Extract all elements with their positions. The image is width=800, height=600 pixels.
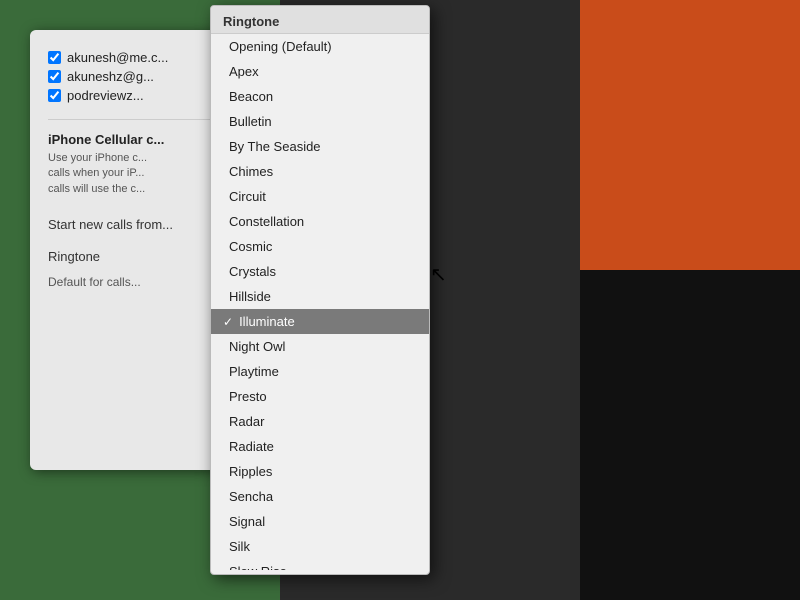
dropdown-item[interactable]: Cosmic [211,234,429,259]
dropdown-item[interactable]: Hillside [211,284,429,309]
dropdown-item[interactable]: Chimes [211,159,429,184]
dropdown-item[interactable]: Silk [211,534,429,559]
dropdown-item[interactable]: Playtime [211,359,429,384]
dropdown-item[interactable]: Ripples [211,459,429,484]
dropdown-item[interactable]: Night Owl [211,334,429,359]
dropdown-item-label: Playtime [229,364,279,379]
dropdown-item-label: Night Owl [229,339,285,354]
dropdown-item[interactable]: By The Seaside [211,134,429,159]
dropdown-item[interactable]: ✓ Illuminate [211,309,429,334]
dropdown-item[interactable]: Presto [211,384,429,409]
dropdown-item-label: Signal [229,514,265,529]
dropdown-item[interactable]: Sencha [211,484,429,509]
dropdown-item-label: Silk [229,539,250,554]
dropdown-item[interactable]: Apex [211,59,429,84]
dropdown-item-label: Slow Rise [229,564,287,570]
dropdown-item-label: Opening (Default) [229,39,332,54]
account-checkbox-3[interactable] [48,89,61,102]
ringtone-dropdown[interactable]: Ringtone Opening (Default) Apex Beacon B… [210,5,430,575]
dropdown-header: Ringtone [211,6,429,34]
account-label-2: akuneshz@g... [67,69,154,84]
dropdown-item-label: Hillside [229,289,271,304]
default-label: Default for calls... [48,275,141,289]
dropdown-item-label: Presto [229,389,267,404]
account-checkbox-2[interactable] [48,70,61,83]
mouse-cursor: ↖ [430,262,447,287]
dropdown-item-label: Sencha [229,489,273,504]
dropdown-item-label: Bulletin [229,114,272,129]
dropdown-item-label: Radiate [229,439,274,454]
dropdown-item-label: Crystals [229,264,276,279]
dropdown-item[interactable]: Signal [211,509,429,534]
dropdown-item-label: Chimes [229,164,273,179]
dropdown-list[interactable]: Opening (Default) Apex Beacon Bulletin B… [211,34,429,570]
dropdown-item-label: Circuit [229,189,266,204]
dropdown-item-label: Constellation [229,214,304,229]
dropdown-item[interactable]: Radiate [211,434,429,459]
dropdown-item[interactable]: Radar [211,409,429,434]
dropdown-item[interactable]: Circuit [211,184,429,209]
dropdown-item-label: Cosmic [229,239,272,254]
background-dark [580,270,800,600]
dropdown-item-label: Radar [229,414,264,429]
dropdown-item-label: Illuminate [239,314,295,329]
dropdown-item[interactable]: Constellation [211,209,429,234]
checkmark-icon: ✓ [223,315,233,329]
account-label-1: akunesh@me.c... [67,50,168,65]
dropdown-item[interactable]: Opening (Default) [211,34,429,59]
dropdown-item[interactable]: Beacon [211,84,429,109]
dropdown-item-label: By The Seaside [229,139,321,154]
dropdown-item-label: Apex [229,64,259,79]
dropdown-item[interactable]: Crystals [211,259,429,284]
background-orange [580,0,800,300]
account-label-3: podreviewz... [67,88,144,103]
dropdown-item-label: Beacon [229,89,273,104]
dropdown-item-label: Ripples [229,464,272,479]
dropdown-item[interactable]: Slow Rise [211,559,429,570]
dropdown-item[interactable]: Bulletin [211,109,429,134]
account-checkbox-1[interactable] [48,51,61,64]
